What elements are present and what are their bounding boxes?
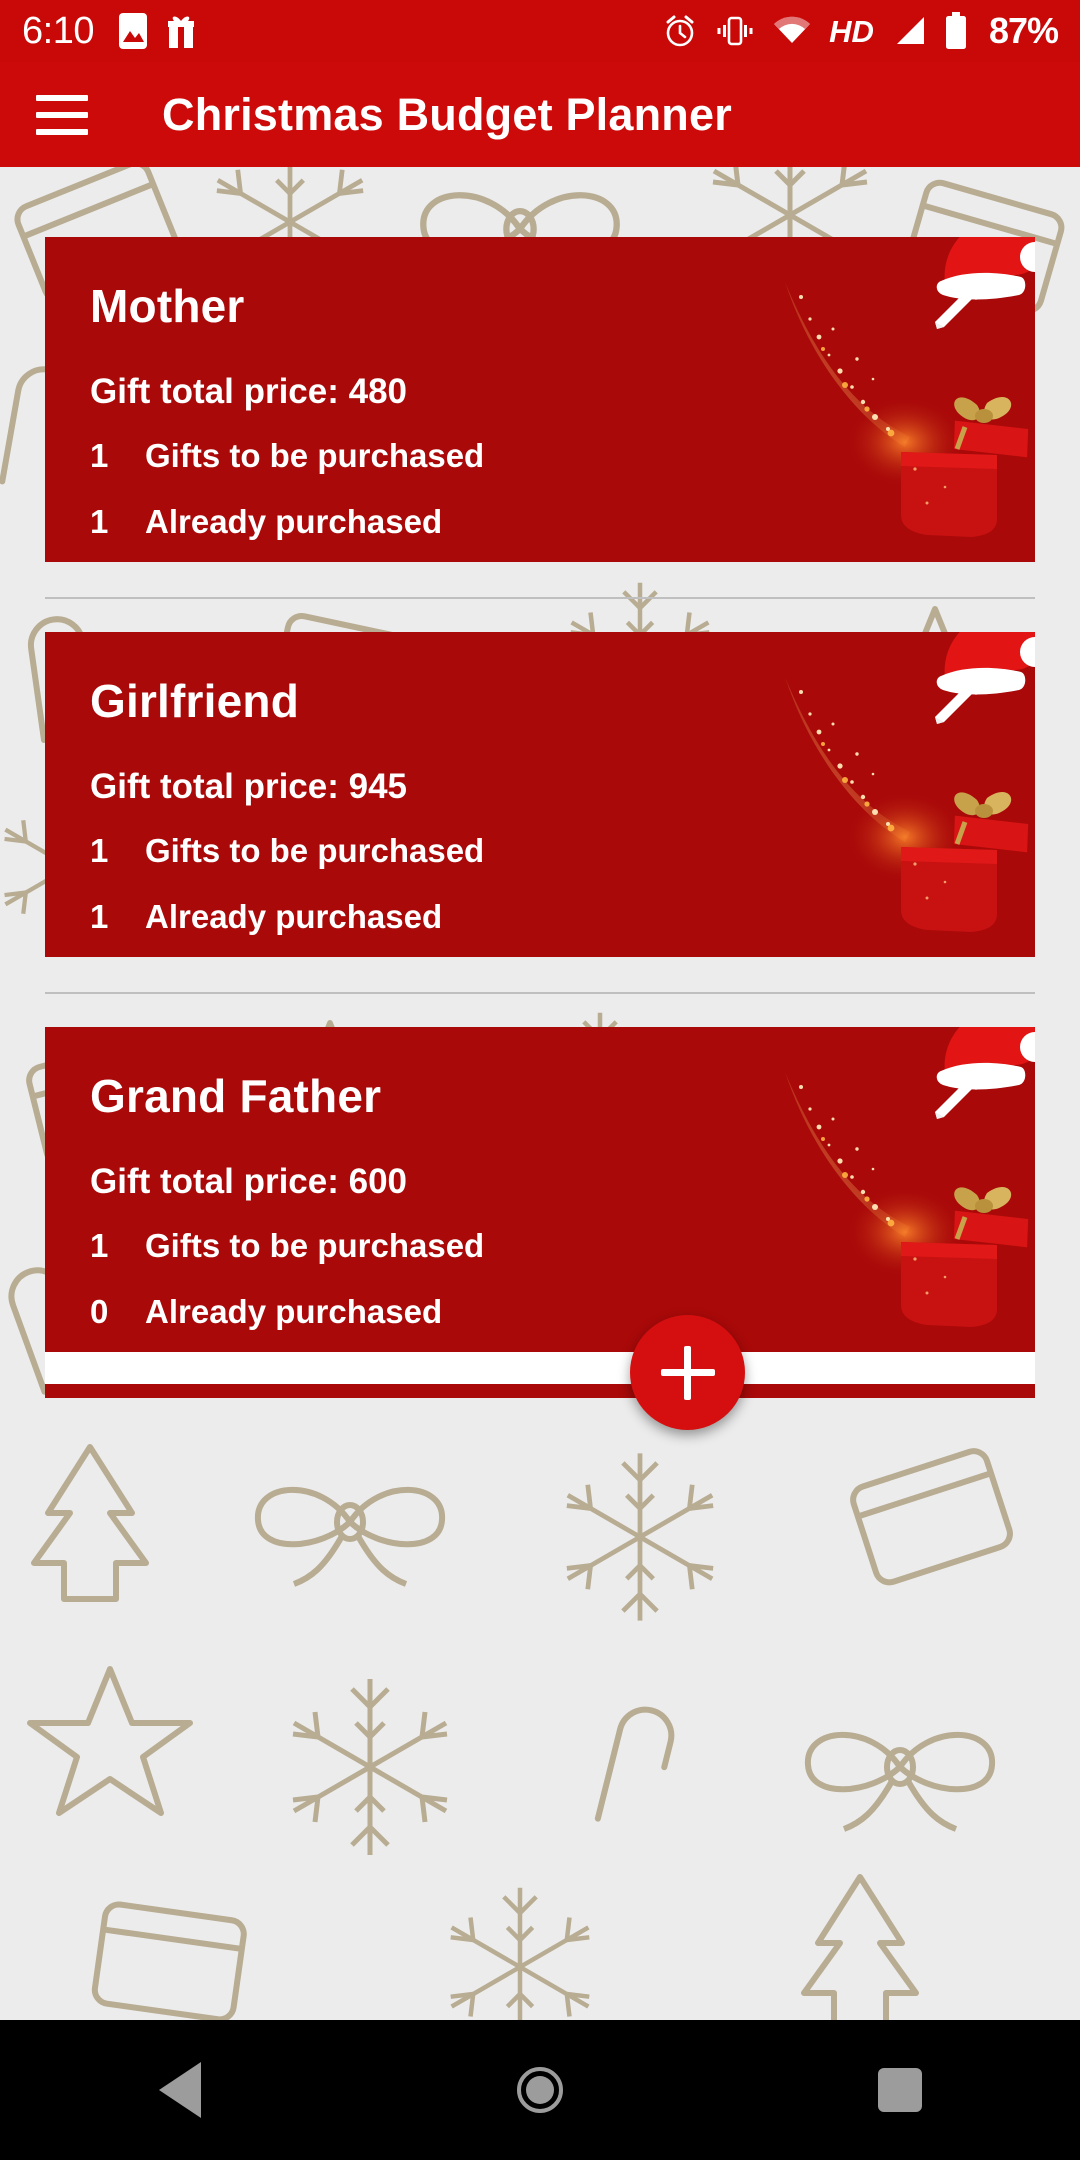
page-title: Christmas Budget Planner (162, 88, 732, 140)
card-total-price: Gift total price: 945 (90, 767, 408, 806)
purchased-count: 1 (90, 898, 109, 935)
purchased-count: 1 (90, 503, 109, 540)
card-person-name: Mother (90, 280, 245, 332)
purchased-label: Already purchased (145, 1293, 443, 1330)
card-divider (45, 597, 1035, 599)
app-bar: Christmas Budget Planner (0, 62, 1080, 167)
status-left-icons (118, 12, 196, 50)
battery-percent: 87% (988, 10, 1059, 51)
to-purchase-label: Gifts to be purchased (145, 832, 485, 869)
purchased-label: Already purchased (145, 898, 443, 935)
card-list[interactable]: Mother Gift total price: 480 1 Gifts to … (0, 167, 1080, 2020)
budget-card[interactable]: Mother Gift total price: 480 1 Gifts to … (45, 237, 1035, 562)
vibrate-icon (717, 16, 753, 46)
gift-icon (167, 16, 194, 49)
menu-line (36, 94, 88, 101)
card-row-purchased: 1 Already purchased (90, 503, 1035, 541)
card-person-name: Grand Father (90, 1070, 382, 1122)
signal-icon (896, 17, 924, 44)
android-nav-bar (0, 2020, 1080, 2160)
menu-line (36, 111, 88, 118)
battery-icon (945, 12, 966, 49)
to-purchase-label: Gifts to be purchased (145, 1227, 485, 1264)
card-divider (45, 992, 1035, 994)
next-card-top[interactable] (45, 1384, 1035, 1398)
card-row-purchased: 1 Already purchased (90, 898, 1035, 936)
card-total-price: Gift total price: 600 (90, 1162, 408, 1201)
to-purchase-count: 1 (90, 437, 109, 474)
nav-back-button[interactable] (105, 2020, 255, 2160)
nav-home-button[interactable] (465, 2020, 615, 2160)
budget-card[interactable]: Grand Father Gift total price: 600 1 Gif… (45, 1027, 1035, 1352)
to-purchase-label: Gifts to be purchased (145, 437, 485, 474)
pencil-edit-icon[interactable] (925, 674, 983, 732)
card-row-to-purchase: 1 Gifts to be purchased (90, 1227, 1035, 1265)
back-triangle-icon (159, 2062, 201, 2118)
status-bar: 6:10 HD 87% (0, 0, 1080, 62)
card-person-name: Girlfriend (90, 675, 300, 727)
alarm-icon (666, 15, 694, 47)
card-row-purchased: 0 Already purchased (90, 1293, 1035, 1331)
budget-card[interactable]: Girlfriend Gift total price: 945 1 Gifts… (45, 632, 1035, 957)
hd-icon: HD (829, 13, 874, 49)
purchased-label: Already purchased (145, 503, 443, 540)
pencil-edit-icon[interactable] (925, 279, 983, 337)
menu-line (36, 128, 88, 135)
home-circle-icon (517, 2067, 563, 2113)
status-right-icons: HD 87% (662, 10, 1059, 51)
image-icon (118, 13, 147, 49)
to-purchase-count: 1 (90, 832, 109, 869)
status-clock: 6:10 (22, 10, 94, 52)
add-person-fab[interactable] (630, 1315, 745, 1430)
wifi-icon (774, 16, 811, 43)
purchased-count: 0 (90, 1293, 109, 1330)
nav-recents-button[interactable] (825, 2020, 975, 2160)
recents-square-icon (878, 2068, 922, 2112)
card-row-to-purchase: 1 Gifts to be purchased (90, 832, 1035, 870)
pencil-edit-icon[interactable] (925, 1069, 983, 1127)
plus-icon (684, 1345, 691, 1400)
to-purchase-count: 1 (90, 1227, 109, 1264)
next-card-peek (45, 1352, 1035, 1384)
hamburger-menu-icon[interactable] (14, 67, 110, 163)
card-total-price: Gift total price: 480 (90, 372, 408, 411)
card-row-to-purchase: 1 Gifts to be purchased (90, 437, 1035, 475)
